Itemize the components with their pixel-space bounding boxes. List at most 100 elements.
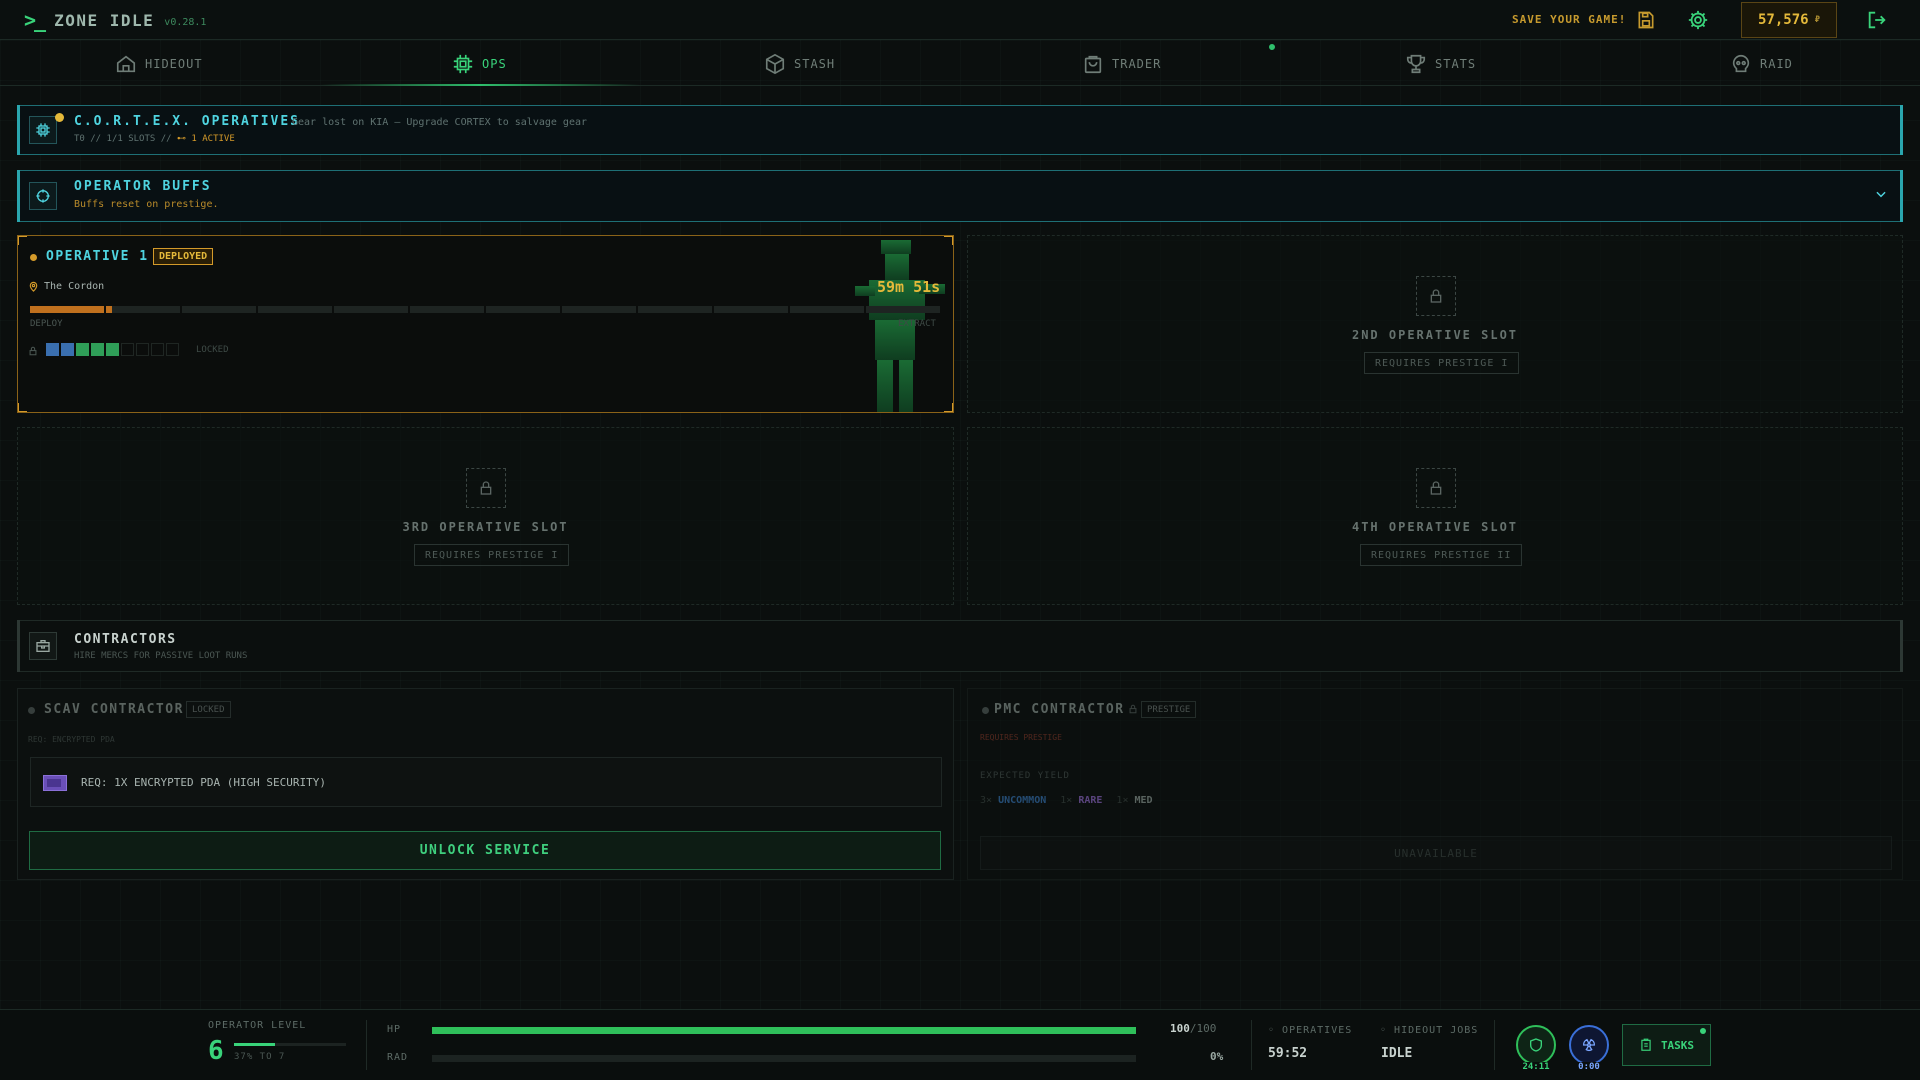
scav-title: SCAV CONTRACTOR xyxy=(44,702,184,717)
main-nav: HIDEOUT OPS STASH TRADER STATS RAID xyxy=(0,41,1920,86)
loadout-slots xyxy=(46,343,179,356)
skull-icon xyxy=(1732,54,1750,72)
shield-timer[interactable]: 24:11 xyxy=(1516,1025,1556,1072)
box-icon xyxy=(765,53,785,74)
radiation-timer[interactable]: 0:00 xyxy=(1569,1025,1609,1072)
loadout-slot xyxy=(166,343,179,356)
active-tab-indicator xyxy=(320,84,640,86)
tab-label: HIDEOUT xyxy=(145,56,203,71)
tab-label: STASH xyxy=(794,56,836,71)
status-dot xyxy=(28,707,35,714)
operatives-timer: 59:52 xyxy=(1268,1046,1308,1061)
cortex-slots: 1/1 SLOTS xyxy=(106,134,156,144)
progress-segment xyxy=(106,306,180,313)
cortex-panel[interactable]: C.O.R.T.E.X. OPERATIVES Gear lost on KIA… xyxy=(17,105,1903,155)
tab-trader[interactable]: TRADER xyxy=(1082,41,1161,86)
clipboard-icon xyxy=(1641,1038,1651,1051)
tab-hideout[interactable]: HIDEOUT xyxy=(115,41,203,86)
cortex-active-count: 1 ACTIVE xyxy=(191,134,235,144)
home-icon xyxy=(116,55,136,72)
cortex-tier: T0 xyxy=(74,134,85,144)
lock-icon xyxy=(1128,703,1138,717)
hp-bar xyxy=(432,1027,1136,1034)
yield-list: 3× UNCOMMON 1× RARE 1× MED xyxy=(980,795,1153,806)
yield-item: 1× RARE xyxy=(1060,795,1103,806)
contractors-panel: CONTRACTORS HIRE MERCS FOR PASSIVE LOOT … xyxy=(17,620,1903,672)
slot-name: 3RD OPERATIVE SLOT xyxy=(402,520,569,534)
trophy-icon xyxy=(1406,54,1426,73)
rad-bar xyxy=(432,1055,1136,1062)
operator-level-label: OPERATOR LEVEL xyxy=(208,1020,307,1031)
tab-raid[interactable]: RAID xyxy=(1730,41,1793,86)
buffs-title: OPERATOR BUFFS xyxy=(74,179,212,194)
cpu-icon xyxy=(29,116,57,144)
tab-label: TRADER xyxy=(1112,56,1162,71)
pmc-contractor-card: PMC CONTRACTOR PRESTIGE REQUIRES PRESTIG… xyxy=(967,688,1903,880)
deployed-badge: DEPLOYED xyxy=(153,248,214,265)
tab-ops[interactable]: OPS xyxy=(452,41,507,86)
radiation-icon xyxy=(1583,1038,1595,1052)
loadout-status: LOCKED xyxy=(196,345,229,355)
currency-unit: ₽ xyxy=(1814,15,1820,25)
pda-icon xyxy=(43,775,67,791)
tasks-notification-dot xyxy=(1700,1028,1706,1034)
contractors-subtitle: HIRE MERCS FOR PASSIVE LOOT RUNS xyxy=(74,651,248,661)
gear-icon[interactable] xyxy=(1685,7,1711,33)
unavailable-button[interactable]: UNAVAILABLE xyxy=(980,836,1892,870)
tab-stash[interactable]: STASH xyxy=(764,41,835,86)
loadout-slot xyxy=(136,343,149,356)
app-logo: >_ ZONE IDLE v0.28.1 xyxy=(24,8,206,32)
lock-icon xyxy=(1416,276,1456,316)
progress-segment xyxy=(486,306,560,313)
requirement-badge: REQUIRES PRESTIGE II xyxy=(1360,544,1523,566)
progress-segment xyxy=(866,306,940,313)
level-progress-text: 37% TO 7 xyxy=(234,1052,286,1062)
chip-icon xyxy=(453,54,473,73)
rad-label: RAD xyxy=(387,1052,409,1063)
requirement-badge: REQUIRES PRESTIGE I xyxy=(414,544,570,566)
tasks-button[interactable]: TASKS xyxy=(1622,1024,1711,1066)
progress-segment-fill xyxy=(30,306,104,313)
tasks-label: TASKS xyxy=(1660,1038,1695,1052)
loadout-slot xyxy=(91,343,104,356)
location-pin-icon xyxy=(28,281,39,295)
radiation-time: 0:00 xyxy=(1575,1062,1603,1072)
buffs-subtitle: Buffs reset on prestige. xyxy=(74,199,219,210)
notification-dot xyxy=(1269,44,1275,50)
cortex-note: Gear lost on KIA — Upgrade CORTEX to sal… xyxy=(292,117,588,128)
operative-card[interactable]: OPERATIVE 1 DEPLOYED The Cordon 59m 51s … xyxy=(17,235,954,413)
phase-end-label: EXTRACT xyxy=(898,319,936,329)
loadout-slot xyxy=(121,343,134,356)
lock-icon xyxy=(1416,468,1456,508)
save-icon[interactable] xyxy=(1633,7,1659,33)
progress-segment xyxy=(562,306,636,313)
cortex-meta: T0 // 1/1 SLOTS // ⊷ 1 ACTIVE xyxy=(74,134,235,144)
operative-location: The Cordon xyxy=(44,281,105,292)
slot-name: 2ND OPERATIVE SLOT xyxy=(1351,328,1519,342)
slot-name: 4TH OPERATIVE SLOT xyxy=(1351,520,1519,534)
operative-slot-4: 4TH OPERATIVE SLOT REQUIRES PRESTIGE II xyxy=(967,427,1903,605)
tab-stats[interactable]: STATS xyxy=(1405,41,1476,86)
chevron-down-icon[interactable] xyxy=(1874,187,1888,204)
app-version: v0.28.1 xyxy=(164,16,207,28)
requirement-item: REQ: 1X ENCRYPTED PDA (HIGH SECURITY) xyxy=(30,757,942,807)
hp-label: HP xyxy=(387,1024,402,1035)
app-title: ZONE IDLE xyxy=(54,10,155,30)
progress-segment xyxy=(30,306,104,313)
prestige-badge: PRESTIGE xyxy=(1141,701,1197,718)
operative-timer: 59m 51s xyxy=(877,278,941,296)
shield-icon xyxy=(1530,1038,1542,1052)
logout-icon[interactable] xyxy=(1864,7,1890,33)
requirement-text: REQ: 1X ENCRYPTED PDA (HIGH SECURITY) xyxy=(81,776,327,789)
alert-dot xyxy=(55,113,64,122)
level-progress-fill xyxy=(234,1043,276,1046)
currency-display: 57,576 ₽ xyxy=(1741,2,1837,38)
progress-segment xyxy=(258,306,332,313)
tab-label: RAID xyxy=(1760,56,1793,71)
unlock-service-button[interactable]: UNLOCK SERVICE xyxy=(29,831,941,870)
operator-buffs-panel[interactable]: OPERATOR BUFFS Buffs reset on prestige. xyxy=(17,170,1903,222)
cortex-active: ⊷ 1 ACTIVE xyxy=(177,134,235,144)
pmc-requires: REQUIRES PRESTIGE xyxy=(980,733,1062,742)
lock-icon xyxy=(28,345,38,359)
scav-req-short: REQ: ENCRYPTED PDA xyxy=(28,735,115,744)
